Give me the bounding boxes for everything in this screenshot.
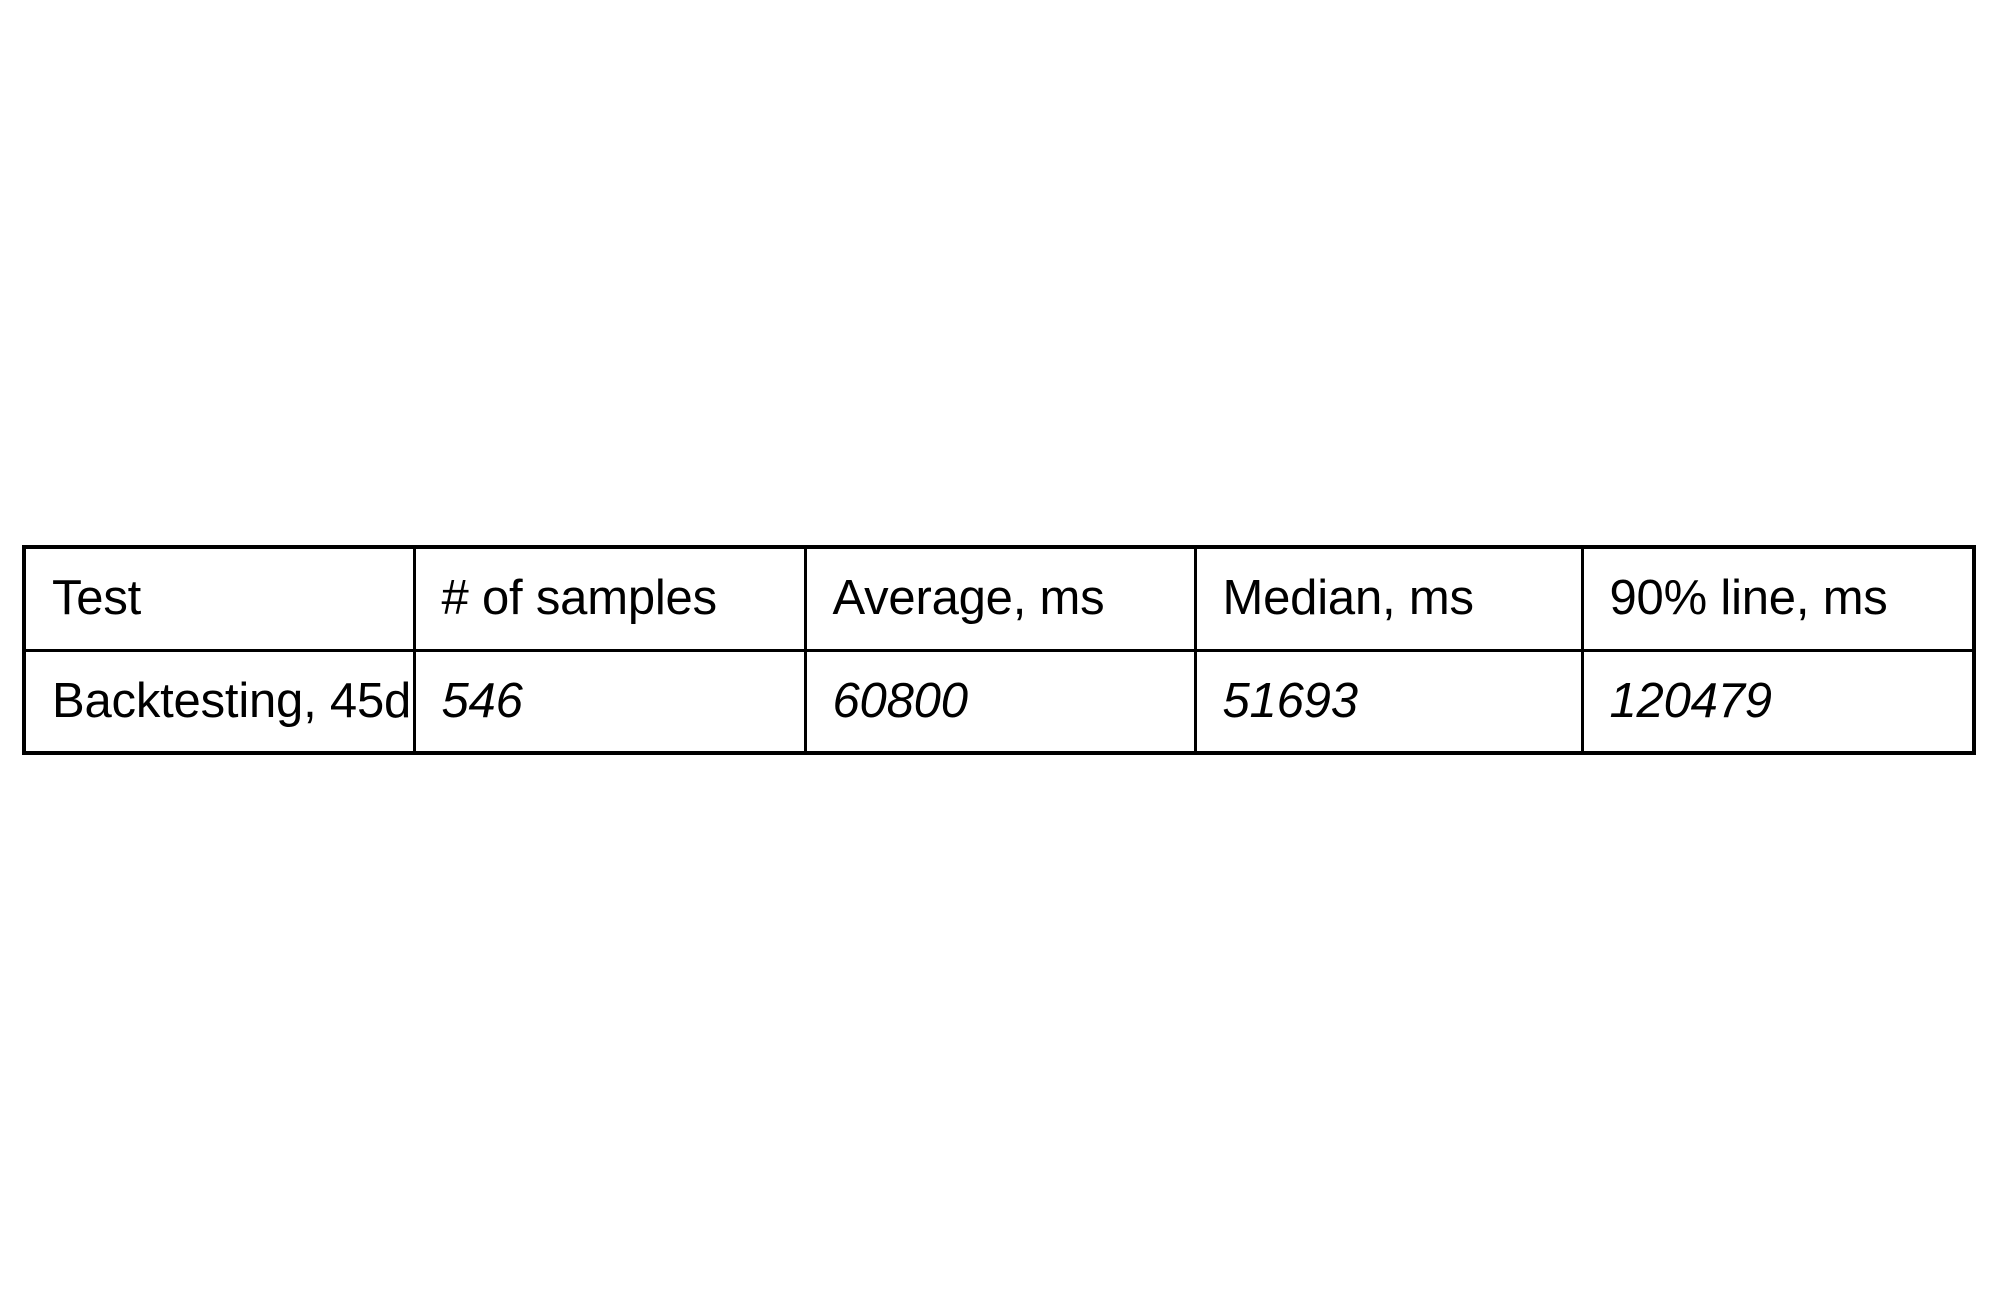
results-table-container: Test # of samples Average, ms Median, ms… (22, 545, 1976, 755)
column-header-test: Test (22, 545, 416, 652)
table-header-row: Test # of samples Average, ms Median, ms… (22, 545, 1976, 652)
table-header: Test # of samples Average, ms Median, ms… (22, 545, 1976, 652)
cell-p90-line-ms: 120479 (1580, 649, 1976, 755)
column-header-p90: 90% line, ms (1580, 545, 1976, 652)
table-body: Backtesting, 45d 546 60800 51693 120479 (22, 649, 1976, 755)
column-header-median: Median, ms (1193, 545, 1584, 652)
page-canvas: Test # of samples Average, ms Median, ms… (0, 0, 2000, 1295)
table-row: Backtesting, 45d 546 60800 51693 120479 (22, 649, 1976, 755)
cell-average-ms: 60800 (803, 649, 1197, 755)
cell-test-name: Backtesting, 45d (22, 649, 416, 755)
cell-sample-count: 546 (412, 649, 807, 755)
column-header-samples: # of samples (412, 545, 807, 652)
column-header-average: Average, ms (803, 545, 1197, 652)
cell-median-ms: 51693 (1193, 649, 1584, 755)
performance-results-table: Test # of samples Average, ms Median, ms… (22, 545, 1976, 755)
